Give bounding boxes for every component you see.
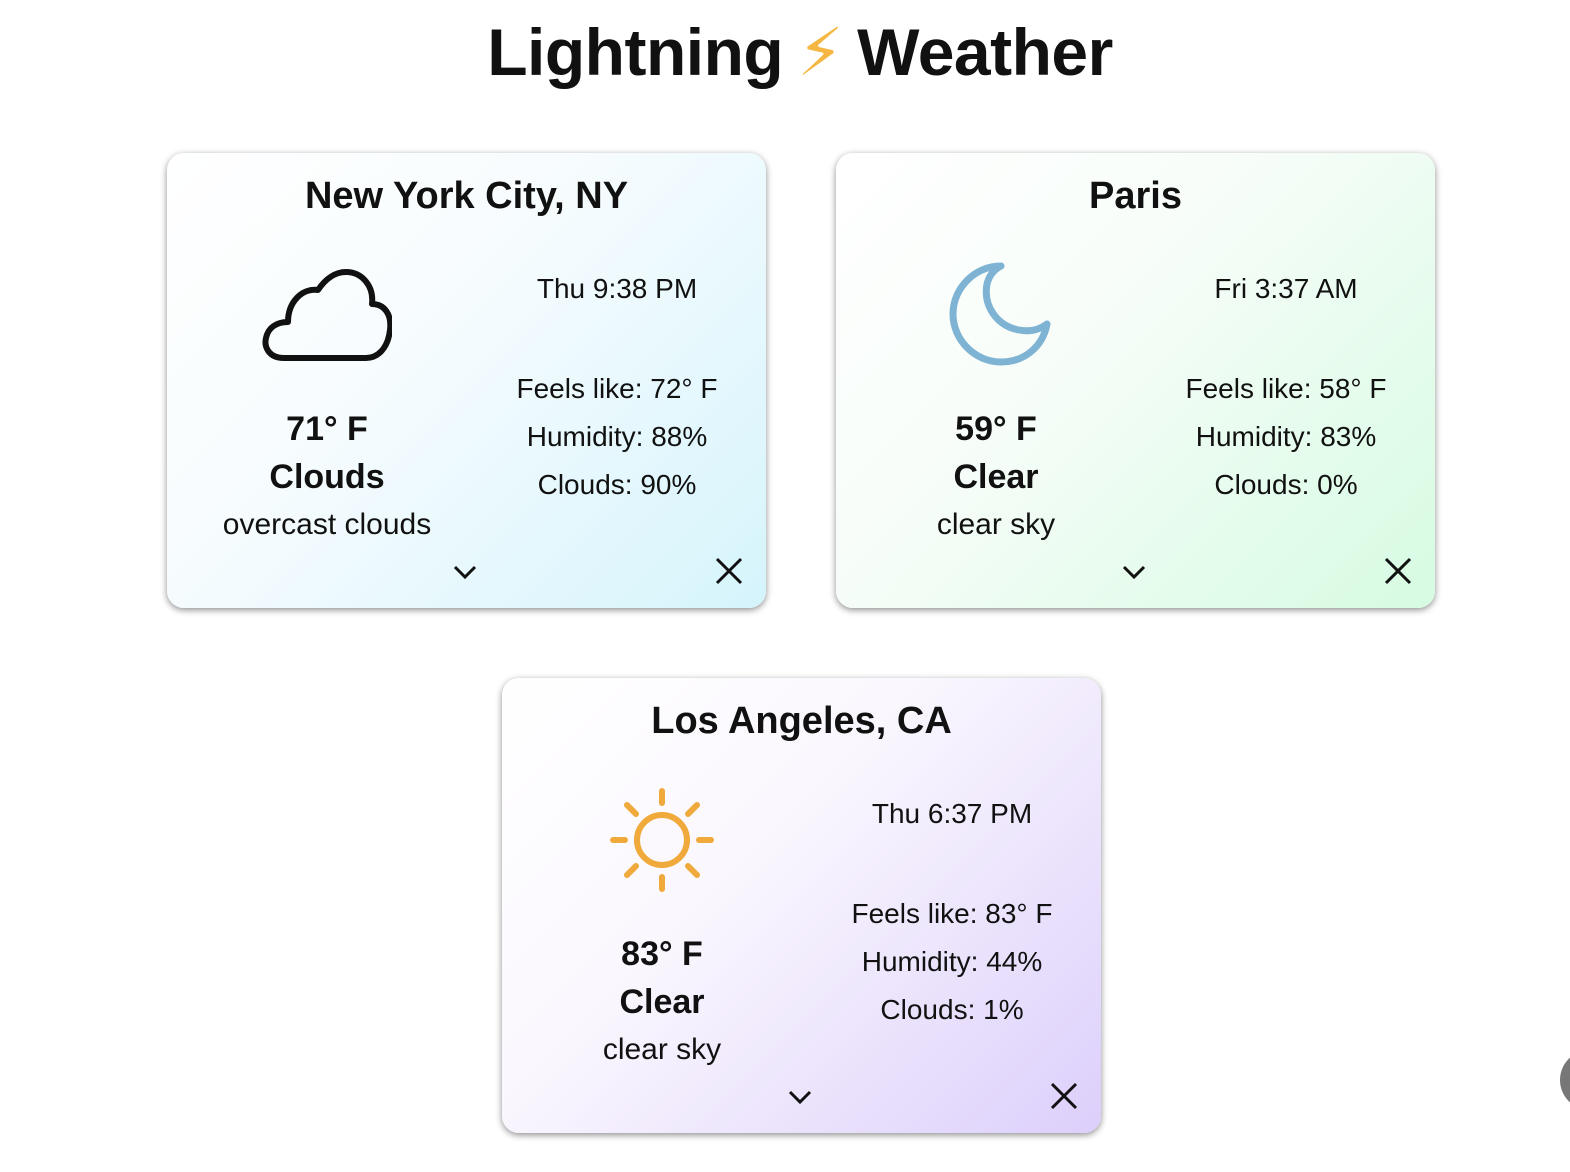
main-weather: 59° F Clear clear sky <box>856 405 1136 549</box>
weather-details: Feels like: 72° F Humidity: 88% Clouds: … <box>487 365 747 509</box>
weather-card-los-angeles: Los Angeles, CA 83° F Clear clear sky Th… <box>502 678 1101 1133</box>
close-button[interactable] <box>1382 555 1414 587</box>
description: overcast clouds <box>222 508 432 541</box>
weather-card-paris: Paris 59° F Clear clear sky Fri 3:37 AM … <box>836 153 1435 608</box>
expand-button[interactable] <box>1119 557 1149 587</box>
feels-like: Feels like: 83° F <box>851 898 1053 929</box>
city-name: Los Angeles, CA <box>651 700 952 742</box>
feels-like: Feels like: 72° F <box>516 373 718 404</box>
condition: Clear <box>953 458 1039 496</box>
main-weather: 71° F Clouds overcast clouds <box>187 405 467 549</box>
city-name: Paris <box>1089 175 1182 217</box>
expand-button[interactable] <box>785 1082 815 1112</box>
close-button[interactable] <box>1048 1080 1080 1112</box>
humidity: Humidity: 44% <box>861 946 1043 977</box>
condition: Clear <box>619 983 705 1021</box>
page-title: Lightning ⚡ Weather <box>0 12 1570 92</box>
humidity: Humidity: 88% <box>526 421 708 452</box>
title-left: Lightning <box>487 15 784 89</box>
clouds: Clouds: 0% <box>1214 469 1358 500</box>
close-button[interactable] <box>713 555 745 587</box>
weather-details: Feels like: 58° F Humidity: 83% Clouds: … <box>1156 365 1416 509</box>
clouds: Clouds: 1% <box>880 994 1024 1025</box>
main-weather: 83° F Clear clear sky <box>522 930 802 1074</box>
clouds: Clouds: 90% <box>537 469 697 500</box>
chevron-down-icon <box>453 565 477 580</box>
city-name: New York City, NY <box>304 175 629 217</box>
expand-button[interactable] <box>450 557 480 587</box>
side-panel-handle[interactable] <box>1560 1050 1570 1110</box>
chevron-down-icon <box>1122 565 1146 580</box>
humidity: Humidity: 83% <box>1195 421 1377 452</box>
close-icon <box>1050 1082 1078 1110</box>
condition: Clouds <box>269 458 385 496</box>
close-icon <box>1384 557 1412 585</box>
description: clear sky <box>602 1033 722 1066</box>
chevron-down-icon <box>788 1090 812 1105</box>
title-right: Weather <box>857 15 1113 89</box>
lightning-icon: ⚡ <box>797 15 844 89</box>
temperature: 83° F <box>621 935 703 973</box>
description: clear sky <box>936 508 1056 541</box>
local-time: Thu 9:38 PM <box>536 273 698 304</box>
weather-card-new-york: New York City, NY 71° F Clouds overcast … <box>167 153 766 608</box>
close-icon <box>715 557 743 585</box>
moon-icon <box>931 258 1061 373</box>
local-time: Thu 6:37 PM <box>871 798 1033 829</box>
temperature: 59° F <box>955 410 1037 448</box>
cloud-icon <box>262 258 394 373</box>
feels-like: Feels like: 58° F <box>1185 373 1387 404</box>
weather-details: Feels like: 83° F Humidity: 44% Clouds: … <box>822 890 1082 1034</box>
local-time: Fri 3:37 AM <box>1214 273 1358 304</box>
temperature: 71° F <box>286 410 368 448</box>
sun-icon <box>597 783 727 898</box>
